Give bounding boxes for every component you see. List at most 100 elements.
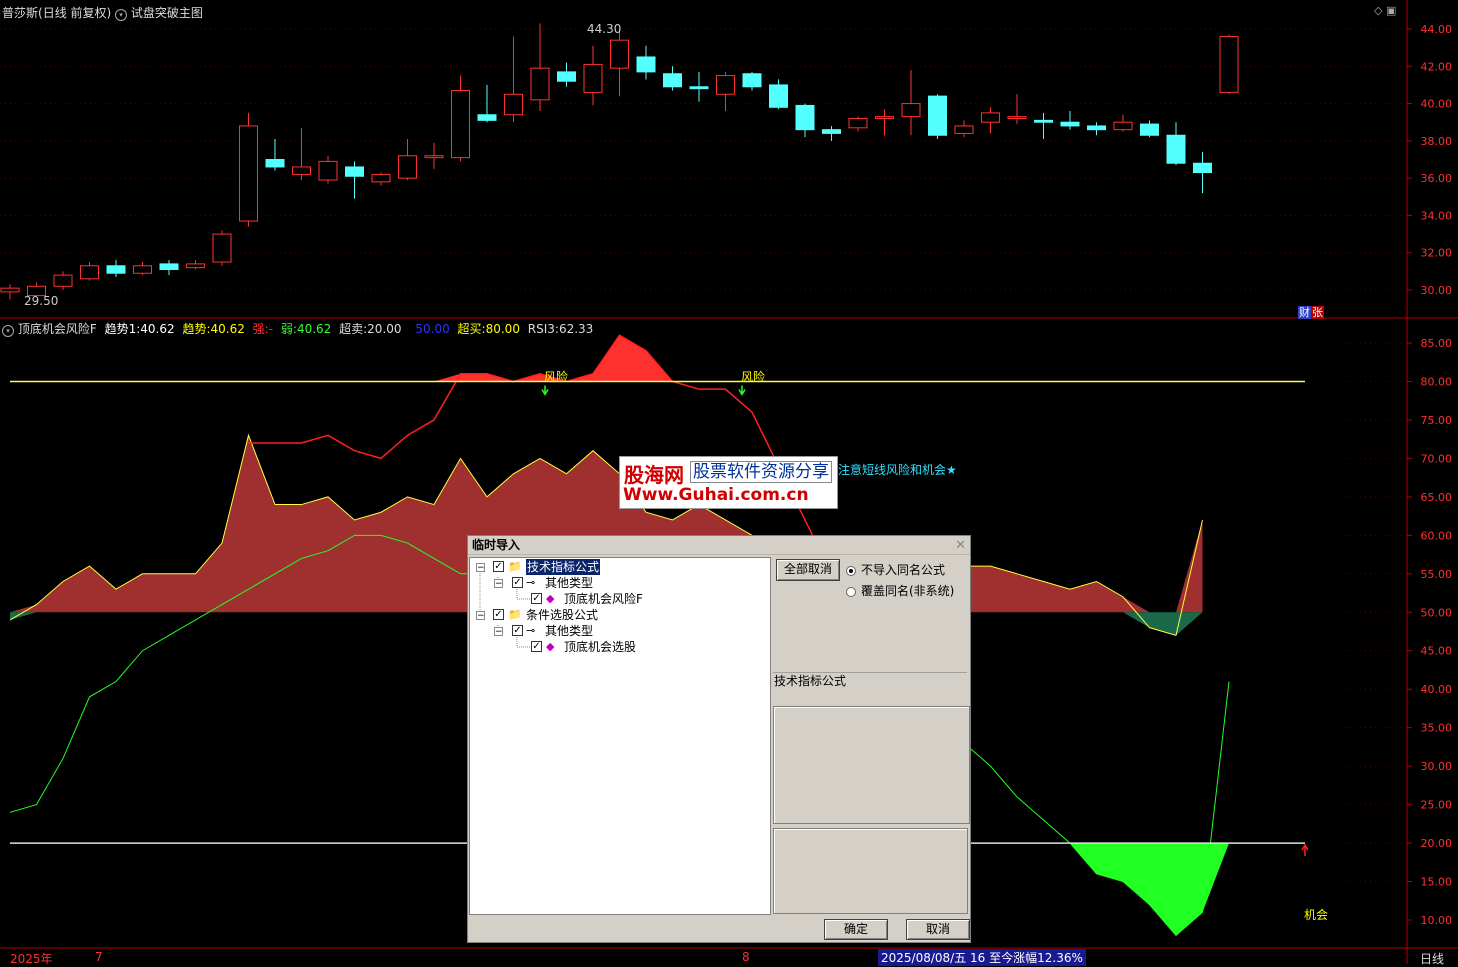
collapse-icon[interactable]: − <box>494 579 503 589</box>
ind-tick-label: 50.00 <box>1421 606 1453 619</box>
candle-body <box>477 114 497 121</box>
candle-body <box>530 67 550 101</box>
key-icon: ⊸ <box>526 624 536 637</box>
checkbox-icon[interactable]: ✓ <box>493 609 504 620</box>
dropdown-icon[interactable]: ▾ <box>115 9 128 21</box>
candle-body <box>53 274 73 287</box>
tree-label: 顶底机会风险F <box>564 592 643 606</box>
price-tick-label: 38.00 <box>1421 135 1453 148</box>
candle-body <box>1087 125 1106 131</box>
candle-body <box>318 160 338 181</box>
checkbox-icon[interactable]: ✓ <box>531 641 542 652</box>
cancel-all-button[interactable]: 全部取消 <box>776 559 840 581</box>
overbought-label: 超买: <box>457 322 486 336</box>
panel-controls: ◇ ▣ <box>1374 4 1396 17</box>
price-tick-label: 32.00 <box>1421 247 1453 260</box>
collapse-icon[interactable]: − <box>476 563 485 573</box>
risk-label-2: 风险 <box>741 370 766 384</box>
watermark-subtitle: 股票软件资源分享 <box>690 461 832 483</box>
candle-body <box>504 93 523 116</box>
radio-icon[interactable] <box>846 565 856 576</box>
indicator-name[interactable]: 顶底机会风险F <box>18 322 97 336</box>
candle-body <box>742 73 762 88</box>
low-price-label: 29.50 <box>24 294 59 308</box>
candle-body <box>1166 134 1186 164</box>
dropdown-icon[interactable]: ▾ <box>2 325 14 337</box>
checkbox-icon[interactable]: ✓ <box>493 561 504 572</box>
radio-icon[interactable] <box>846 586 856 597</box>
tree-node-tech[interactable]: − ✓ 📁 技术指标公式 <box>470 559 760 575</box>
checkbox-icon[interactable]: ✓ <box>512 577 523 588</box>
candle-body <box>981 112 1000 123</box>
finance-badge[interactable]: 财张 <box>1298 304 1324 320</box>
candle-body <box>265 159 285 168</box>
preview-panel-bottom <box>773 828 968 914</box>
formula-tree[interactable]: − ✓ 📁 技术指标公式 − ✓ ⊸ 其他类型 ✓ ◆ 顶底机会风险F − ✓ … <box>469 557 771 915</box>
candle-body <box>292 166 311 175</box>
trend-label: 趋势: <box>182 322 211 336</box>
weak-value: 40.62 <box>296 322 332 336</box>
candle-body <box>1060 121 1080 127</box>
candle-body <box>80 265 99 280</box>
dialog-title[interactable]: 临时导入 <box>468 536 970 555</box>
close-icon[interactable]: ✕ <box>955 538 966 553</box>
candle-body <box>1007 116 1027 119</box>
import-dialog: 临时导入 ✕ − ✓ 📁 技术指标公式 − ✓ ⊸ 其他类型 ✓ ◆ 顶底机会风… <box>467 535 971 943</box>
candle-body <box>716 75 735 95</box>
radio-overwrite[interactable]: 覆盖同名(非系统) <box>846 582 954 599</box>
diamond-icon[interactable]: ◇ <box>1374 4 1382 17</box>
folder-icon: 📁 <box>508 560 522 573</box>
ind-tick-label: 10.00 <box>1421 914 1453 927</box>
risk-arrow-1 <box>541 385 549 396</box>
candle-body <box>954 125 974 134</box>
tree-label: 其他类型 <box>545 576 594 590</box>
ind-tick-label: 25.00 <box>1421 799 1453 812</box>
tree-node-other-1[interactable]: − ✓ ⊸ 其他类型 <box>470 575 760 591</box>
trend-value: 40.62 <box>210 322 245 336</box>
candle-body <box>398 155 417 179</box>
period-label[interactable]: 日线 <box>1420 950 1444 967</box>
collapse-icon[interactable]: − <box>476 611 485 621</box>
candle-body <box>610 39 629 69</box>
chance-arrow <box>1301 843 1309 857</box>
checkbox-icon[interactable]: ✓ <box>512 625 523 636</box>
candle-body <box>689 86 709 90</box>
ind-tick-label: 80.00 <box>1421 375 1453 388</box>
strong-value: - <box>268 322 274 336</box>
price-candles <box>0 23 1239 300</box>
candle-body <box>1193 162 1212 174</box>
price-header: 普莎斯(日线 前复权) ▾ 试盘突破主图 <box>2 4 203 21</box>
ind-tick-label: 65.00 <box>1421 491 1453 504</box>
tree-node-select[interactable]: − ✓ 📁 条件选股公式 <box>470 607 760 623</box>
oversold-label: 超卖: <box>339 322 368 336</box>
chance-label: 机会 <box>1304 908 1329 922</box>
risk-note: 注意短线风险和机会★ <box>838 463 957 477</box>
ind-tick-label: 75.00 <box>1421 414 1453 427</box>
window-icon[interactable]: ▣ <box>1386 4 1396 17</box>
tree-node-formula-2[interactable]: ✓ ◆ 顶底机会选股 <box>470 639 760 655</box>
price-tick-label: 36.00 <box>1421 172 1453 185</box>
month-mark-8: 8 <box>742 950 750 964</box>
stock-name[interactable]: 普莎斯 <box>2 6 38 20</box>
candle-body <box>106 265 126 274</box>
tree-node-formula-1[interactable]: ✓ ◆ 顶底机会风险F <box>470 591 760 607</box>
checkbox-icon[interactable]: ✓ <box>531 593 542 604</box>
ind-tick-label: 20.00 <box>1421 837 1453 850</box>
weak-label: 弱: <box>280 322 297 336</box>
badge-zhang: 张 <box>1311 306 1324 319</box>
diamond-icon: ◆ <box>546 592 555 605</box>
ind-tick-label: 70.00 <box>1421 452 1453 465</box>
folder-icon: 📁 <box>508 608 522 621</box>
mid-value: 50.00 <box>415 322 450 336</box>
ind-tick-label: 30.00 <box>1421 760 1453 773</box>
strong-label: 强: <box>252 322 269 336</box>
status-range[interactable]: 2025/08/08/五 16 至今涨幅12.36% <box>878 949 1086 966</box>
radio-no-import[interactable]: 不导入同名公式 <box>846 561 945 578</box>
tree-node-other-2[interactable]: − ✓ ⊸ 其他类型 <box>470 623 760 639</box>
ok-button[interactable]: 确定 <box>824 919 888 940</box>
cancel-button[interactable]: 取消 <box>906 919 970 940</box>
main-indicator-name[interactable]: 试盘突破主图 <box>131 6 203 20</box>
preview-panel-top <box>773 706 970 824</box>
collapse-icon[interactable]: − <box>494 627 503 637</box>
candle-body <box>186 263 205 269</box>
